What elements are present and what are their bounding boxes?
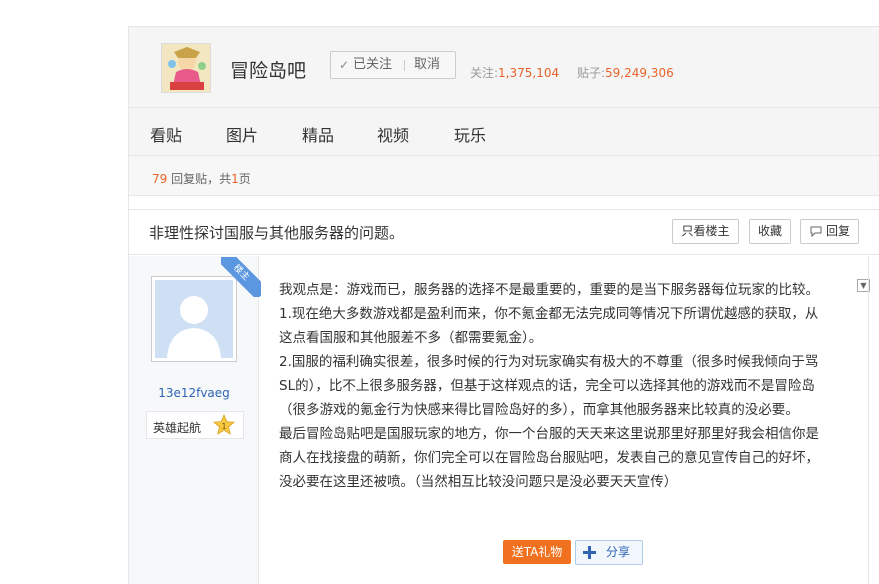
reply-button[interactable]: 回复 — [800, 219, 859, 244]
nav-item-posts[interactable]: 看贴 — [150, 122, 182, 146]
post-line: 商人在找接盘的萌新，你们完全可以在冒险岛台服贴吧，发表自己的意见宣传自己的好坏， — [279, 450, 819, 466]
post-line: SL的），比不上很多服务器，但基于这样观点的话，完全可以选择其他的游戏而不是冒险… — [279, 378, 815, 394]
reply-label: 回复 — [826, 224, 851, 238]
follow-count-label: 关注: — [470, 66, 499, 80]
forum-avatar[interactable] — [161, 43, 211, 93]
forum-title[interactable]: 冒险岛吧 — [230, 56, 306, 83]
post-line: 这点看国服和其他服差不多（都需要氪金）。 — [279, 330, 543, 346]
share-label: 分享 — [606, 545, 631, 559]
forum-header: 冒险岛吧 ✓ 已关注 取消 关注:1,375,104 贴子:59,249,306 — [129, 26, 879, 108]
reply-pager: 79 回复贴，共1页 — [129, 156, 879, 196]
post-line: （很多游戏的氪金行为快感来得比冒险岛好的多），而拿其他服务器来比较真的没必要。 — [279, 402, 799, 418]
author-column: 13e12fvaeg 英雄起航 1 — [129, 256, 259, 584]
favorite-button[interactable]: 收藏 — [749, 219, 791, 244]
check-icon: ✓ — [339, 58, 350, 72]
reply-count: 79 — [152, 172, 168, 186]
nav-item-videos[interactable]: 视频 — [377, 122, 409, 146]
reply-label: 回复贴，共 — [171, 172, 232, 186]
only-op-button[interactable]: 只看楼主 — [672, 219, 739, 244]
nav-item-fun[interactable]: 玩乐 — [454, 122, 486, 146]
send-gift-button[interactable]: 送TA礼物 — [503, 540, 571, 564]
share-button[interactable]: 分享 — [575, 540, 643, 565]
thread-titlebar: 非理性探讨国服与其他服务器的问题。 只看楼主 收藏 回复 — [129, 209, 879, 255]
reply-icon — [810, 226, 822, 237]
post-count-label: 贴子: — [576, 66, 605, 80]
post-line: 我观点是：游戏而已，服务器的选择不是最重要的，重要的是当下服务器每位玩家的比较。 — [279, 282, 819, 298]
rank-level: 1 — [221, 422, 226, 431]
cancel-follow-button[interactable]: 取消 — [414, 52, 440, 78]
nav-item-images[interactable]: 图片 — [226, 122, 258, 146]
post-line: 2.国服的福利确实很差，很多时候的行为对玩家确实有极大的不尊重（很多时候我倾向于… — [279, 354, 819, 370]
author-username[interactable]: 13e12fvaeg — [129, 386, 259, 400]
forum-frame: 冒险岛吧 ✓ 已关注 取消 关注:1,375,104 贴子:59,249,306… — [128, 26, 879, 584]
follow-button[interactable]: ✓ 已关注 取消 — [330, 51, 456, 79]
rank-title: 英雄起航 — [153, 421, 202, 435]
thread-title: 非理性探讨国服与其他服务器的问题。 — [149, 224, 405, 242]
forum-avatar-image — [162, 44, 210, 92]
post-content: 我观点是：游戏而已，服务器的选择不是最重要的，重要的是当下服务器每位玩家的比较。… — [279, 278, 847, 494]
post-line: 1.现在绝大多数游戏都是盈利而来，你不氪金都无法完成同等情况下所谓优越感的获取，… — [279, 306, 819, 322]
follow-count: 1,375,104 — [498, 66, 560, 80]
page-count[interactable]: 1 — [231, 172, 239, 186]
content-divider — [868, 256, 869, 584]
rank-star-icon: 1 — [213, 414, 235, 435]
forum-stats: 关注:1,375,104 贴子:59,249,306 — [470, 64, 688, 81]
post-count: 59,249,306 — [605, 66, 674, 80]
author-rank[interactable]: 英雄起航 1 — [146, 411, 244, 439]
page-label: 页 — [238, 172, 251, 186]
nav-item-featured[interactable]: 精品 — [302, 122, 334, 146]
op-badge-label: 楼主 — [221, 257, 261, 297]
post-line: 最后冒险岛贴吧是国服玩家的地方，你一个台服的天天来这里说那里好那里好我会相信你是 — [279, 426, 819, 442]
forum-nav: 看贴 图片 精品 视频 玩乐 — [129, 108, 879, 156]
op-badge: 楼主 — [221, 257, 261, 297]
post-line: 没必要在这里还被喷。（当然相互比较没问题只是没必要天天宣传） — [279, 474, 678, 490]
plus-icon — [583, 546, 596, 559]
follow-separator — [404, 60, 405, 71]
followed-label: 已关注 — [353, 57, 393, 72]
